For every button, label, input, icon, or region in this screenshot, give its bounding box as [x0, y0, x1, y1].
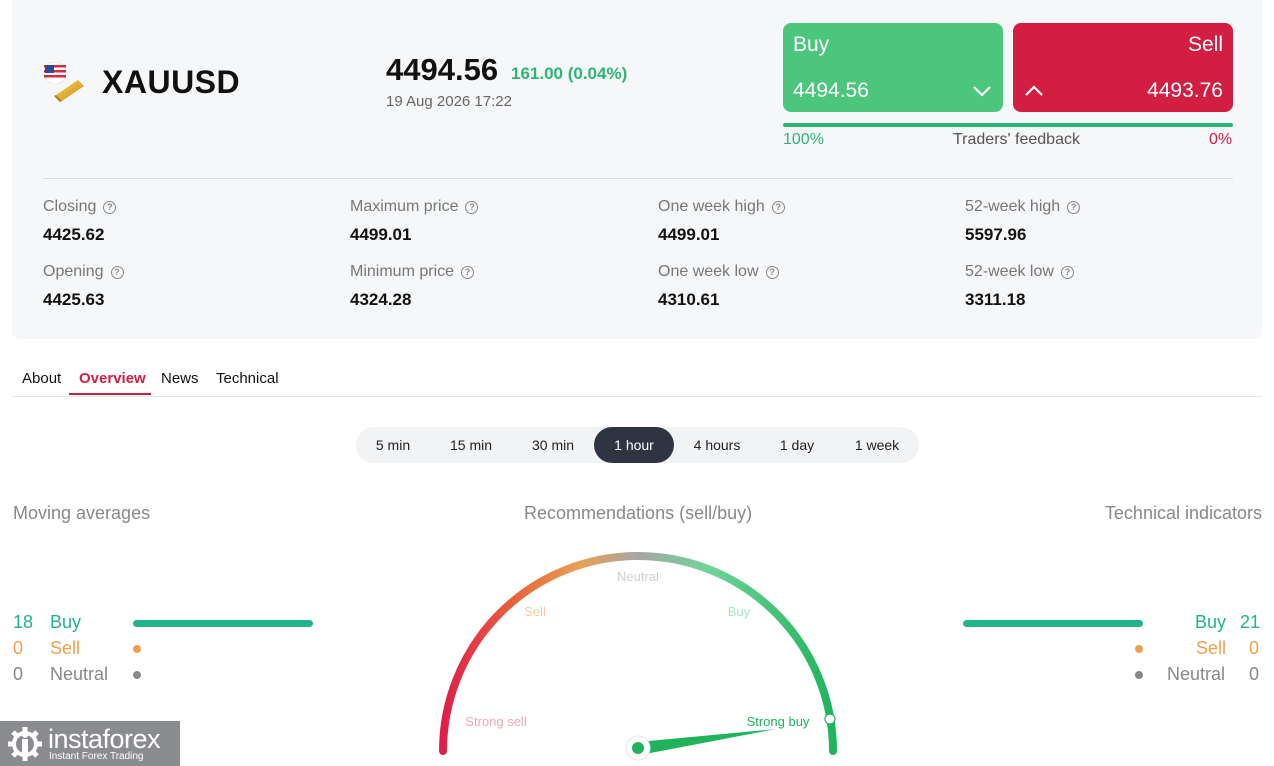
tab-news[interactable]: News	[161, 370, 199, 387]
ti-buy-label: Buy	[1195, 612, 1227, 632]
stat-closing: Closing? 4425.62	[43, 198, 117, 245]
moving-averages-title: Moving averages	[13, 503, 151, 523]
period-1-hour[interactable]: 1 hour	[594, 427, 674, 463]
help-icon[interactable]: ?	[110, 265, 124, 279]
period-30-min[interactable]: 30 min	[518, 427, 588, 463]
tab-overview[interactable]: Overview	[79, 370, 146, 387]
stat-value: 5597.96	[965, 225, 1027, 244]
stat-value: 4310.61	[658, 290, 720, 309]
price-change: 161.00 (0.04%)	[511, 64, 628, 83]
gauge-label-strong-sell: Strong sell	[465, 714, 527, 729]
stat-52-week-high: 52-week high? 5597.96	[965, 198, 1081, 245]
stat-label: Opening	[43, 263, 104, 280]
technical-indicators-title: Technical indicators	[1104, 503, 1262, 523]
active-tab-indicator	[69, 393, 151, 395]
sell-price: 4493.76	[1147, 79, 1223, 102]
ma-buy-label: Buy	[50, 612, 82, 632]
price-datetime: 19 Aug 2026 17:22	[386, 93, 512, 110]
period-1-day[interactable]: 1 day	[766, 427, 828, 463]
stat-label: One week high	[658, 198, 765, 215]
instrument-symbol: XAUUSD	[102, 64, 241, 100]
recommendations-title: Recommendations (sell/buy)	[524, 503, 753, 523]
stat-one-week-high: One week high? 4499.01	[658, 198, 785, 245]
ti-neutral-bar	[1135, 671, 1143, 679]
sell-button[interactable]: Sell 4493.76	[1013, 23, 1233, 112]
period-5-min[interactable]: 5 min	[362, 427, 424, 463]
help-icon[interactable]: ?	[465, 200, 479, 214]
timeframe-selector: 5 min 15 min 30 min 1 hour 4 hours 1 day…	[356, 427, 919, 463]
ti-sell-bar	[1135, 645, 1143, 653]
help-icon[interactable]: ?	[1060, 265, 1074, 279]
buy-button[interactable]: Buy 4494.56	[783, 23, 1003, 112]
stat-label: 52-week low	[965, 263, 1054, 280]
feedback-sell-percent: 0%	[1209, 131, 1233, 148]
gauge-label-neutral: Neutral	[617, 569, 659, 584]
ti-sell-label: Sell	[1196, 638, 1227, 658]
stat-label: Minimum price	[350, 263, 455, 280]
tab-technical[interactable]: Technical	[216, 370, 279, 387]
stat-value: 3311.18	[965, 290, 1026, 309]
stat-value: 4425.63	[43, 290, 105, 309]
stat-one-week-low: One week low? 4310.61	[658, 263, 779, 310]
buy-button-label: Buy	[793, 33, 830, 56]
period-1-week[interactable]: 1 week	[842, 427, 912, 463]
help-icon[interactable]: ?	[765, 265, 779, 279]
gear-icon	[8, 727, 42, 761]
divider	[43, 178, 1233, 179]
buy-price: 4494.56	[793, 79, 869, 102]
tab-bar: About Overview News Technical	[12, 362, 1262, 397]
help-icon[interactable]: ?	[461, 265, 475, 279]
ti-neutral-label: Neutral	[1167, 664, 1226, 684]
gold-flag-icon	[42, 61, 86, 106]
ti-buy-bar	[963, 620, 1143, 627]
stat-maximum-price: Maximum price? 4499.01	[350, 198, 479, 245]
ma-neutral-label: Neutral	[50, 664, 109, 684]
ti-neutral-count: 0	[1249, 664, 1260, 684]
sell-button-label: Sell	[1187, 33, 1223, 56]
help-icon[interactable]: ?	[103, 200, 117, 214]
gauge-marker	[824, 713, 836, 725]
ma-sell-label: Sell	[50, 638, 81, 658]
stat-label: Closing	[43, 198, 97, 215]
feedback-label: Traders' feedback	[953, 131, 1080, 148]
instaforex-logo[interactable]: instaforex Instant Forex Trading	[0, 721, 180, 766]
stat-value: 4499.01	[350, 225, 412, 244]
ma-buy-count: 18	[13, 612, 34, 632]
chevron-down-icon	[973, 86, 991, 97]
stat-value: 4324.28	[350, 290, 412, 309]
ma-sell-bar	[133, 645, 141, 653]
gauge-label-sell: Sell	[524, 604, 546, 619]
current-price: 4494.56	[386, 52, 499, 87]
ma-sell-count: 0	[13, 638, 24, 658]
ma-neutral-count: 0	[13, 664, 24, 684]
stat-minimum-price: Minimum price? 4324.28	[350, 263, 475, 310]
help-icon[interactable]: ?	[771, 200, 785, 214]
feedback-buy-percent: 100%	[783, 131, 824, 148]
stat-opening: Opening? 4425.63	[43, 263, 124, 310]
stat-label: One week low	[658, 263, 759, 280]
gauge-needle-hub	[632, 742, 644, 754]
ma-neutral-bar	[133, 671, 141, 679]
gauge-label-strong-buy: Strong buy	[747, 714, 810, 729]
chevron-up-icon	[1025, 85, 1043, 96]
recommendation-gauge: Neutral Sell Buy Strong sell Strong buy	[439, 552, 837, 761]
help-icon[interactable]: ?	[1067, 200, 1081, 214]
period-15-min[interactable]: 15 min	[436, 427, 506, 463]
stat-52-week-low: 52-week low? 3311.18	[965, 263, 1074, 310]
stat-value: 4499.01	[658, 225, 720, 244]
tab-about[interactable]: About	[22, 370, 61, 387]
stat-label: 52-week high	[965, 198, 1061, 215]
gauge-label-buy: Buy	[728, 604, 751, 619]
period-4-hours[interactable]: 4 hours	[682, 427, 752, 463]
traders-feedback-bar	[783, 123, 1233, 127]
ma-buy-bar	[133, 620, 313, 627]
ti-buy-count: 21	[1240, 612, 1261, 632]
stat-value: 4425.62	[43, 225, 105, 244]
stat-label: Maximum price	[350, 198, 459, 215]
gauge-needle	[638, 729, 776, 755]
brand-tagline: Instant Forex Trading	[49, 751, 144, 762]
ti-sell-count: 0	[1249, 638, 1260, 658]
